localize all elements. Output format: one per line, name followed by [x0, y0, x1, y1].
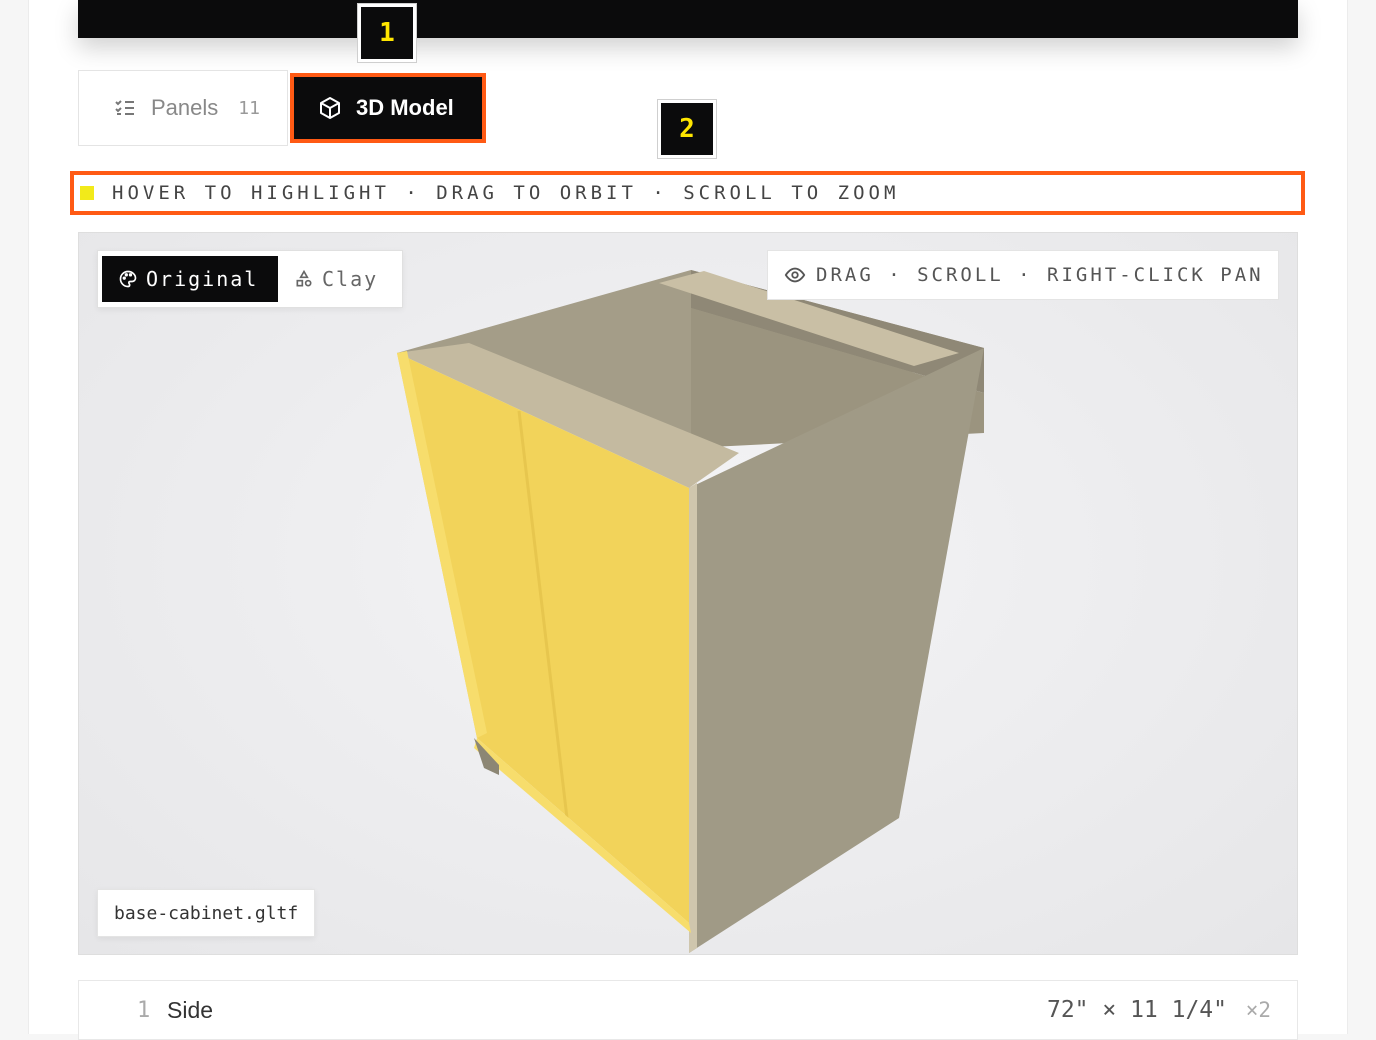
panel-row-name: Side	[167, 996, 214, 1023]
tab-panels-count: 11	[238, 97, 260, 119]
tab-panels-label: Panels	[151, 95, 219, 120]
eye-icon	[784, 264, 806, 286]
panel-row-quantity: ×2	[1245, 998, 1271, 1022]
mode-clay-button[interactable]: Clay	[278, 256, 394, 302]
header-bar	[78, 0, 1298, 38]
3d-viewport[interactable]: Original Clay DRAG · SCROLL · RIGHT-CLIC…	[78, 232, 1298, 955]
mode-original-label: Original	[146, 267, 259, 291]
palette-icon	[118, 269, 138, 289]
tab-3d-model[interactable]: 3D Model	[290, 73, 486, 143]
interaction-hint-text: HOVER TO HIGHLIGHT · DRAG TO ORBIT · SCR…	[112, 182, 900, 204]
shapes-icon	[294, 269, 314, 289]
controls-hint: DRAG · SCROLL · RIGHT-CLICK PAN	[767, 250, 1279, 300]
cabinet-side-edge	[689, 483, 697, 953]
controls-hint-text: DRAG · SCROLL · RIGHT-CLICK PAN	[816, 264, 1264, 286]
checklist-icon	[113, 96, 137, 120]
annotation-badge-1: 1	[358, 4, 416, 62]
tab-3d-model-label: 3D Model	[356, 95, 454, 120]
panel-row-dimensions: 72" × 11 1/4"	[1046, 997, 1227, 1023]
cube-icon	[318, 96, 342, 120]
hint-indicator-dot	[80, 186, 94, 200]
interaction-hint-bar: HOVER TO HIGHLIGHT · DRAG TO ORBIT · SCR…	[70, 171, 1305, 215]
render-mode-toggle: Original Clay	[97, 250, 403, 308]
panel-list-row[interactable]: 1 Side 72" × 11 1/4" ×2	[78, 980, 1298, 1040]
mode-clay-label: Clay	[322, 267, 379, 291]
annotation-badge-2: 2	[658, 100, 716, 158]
tab-panels[interactable]: Panels 11	[78, 70, 288, 146]
cabinet-3d-model[interactable]	[79, 233, 1298, 955]
model-file-label: base-cabinet.gltf	[97, 889, 316, 937]
mode-original-button[interactable]: Original	[102, 256, 278, 302]
panel-row-index: 1	[137, 997, 151, 1023]
